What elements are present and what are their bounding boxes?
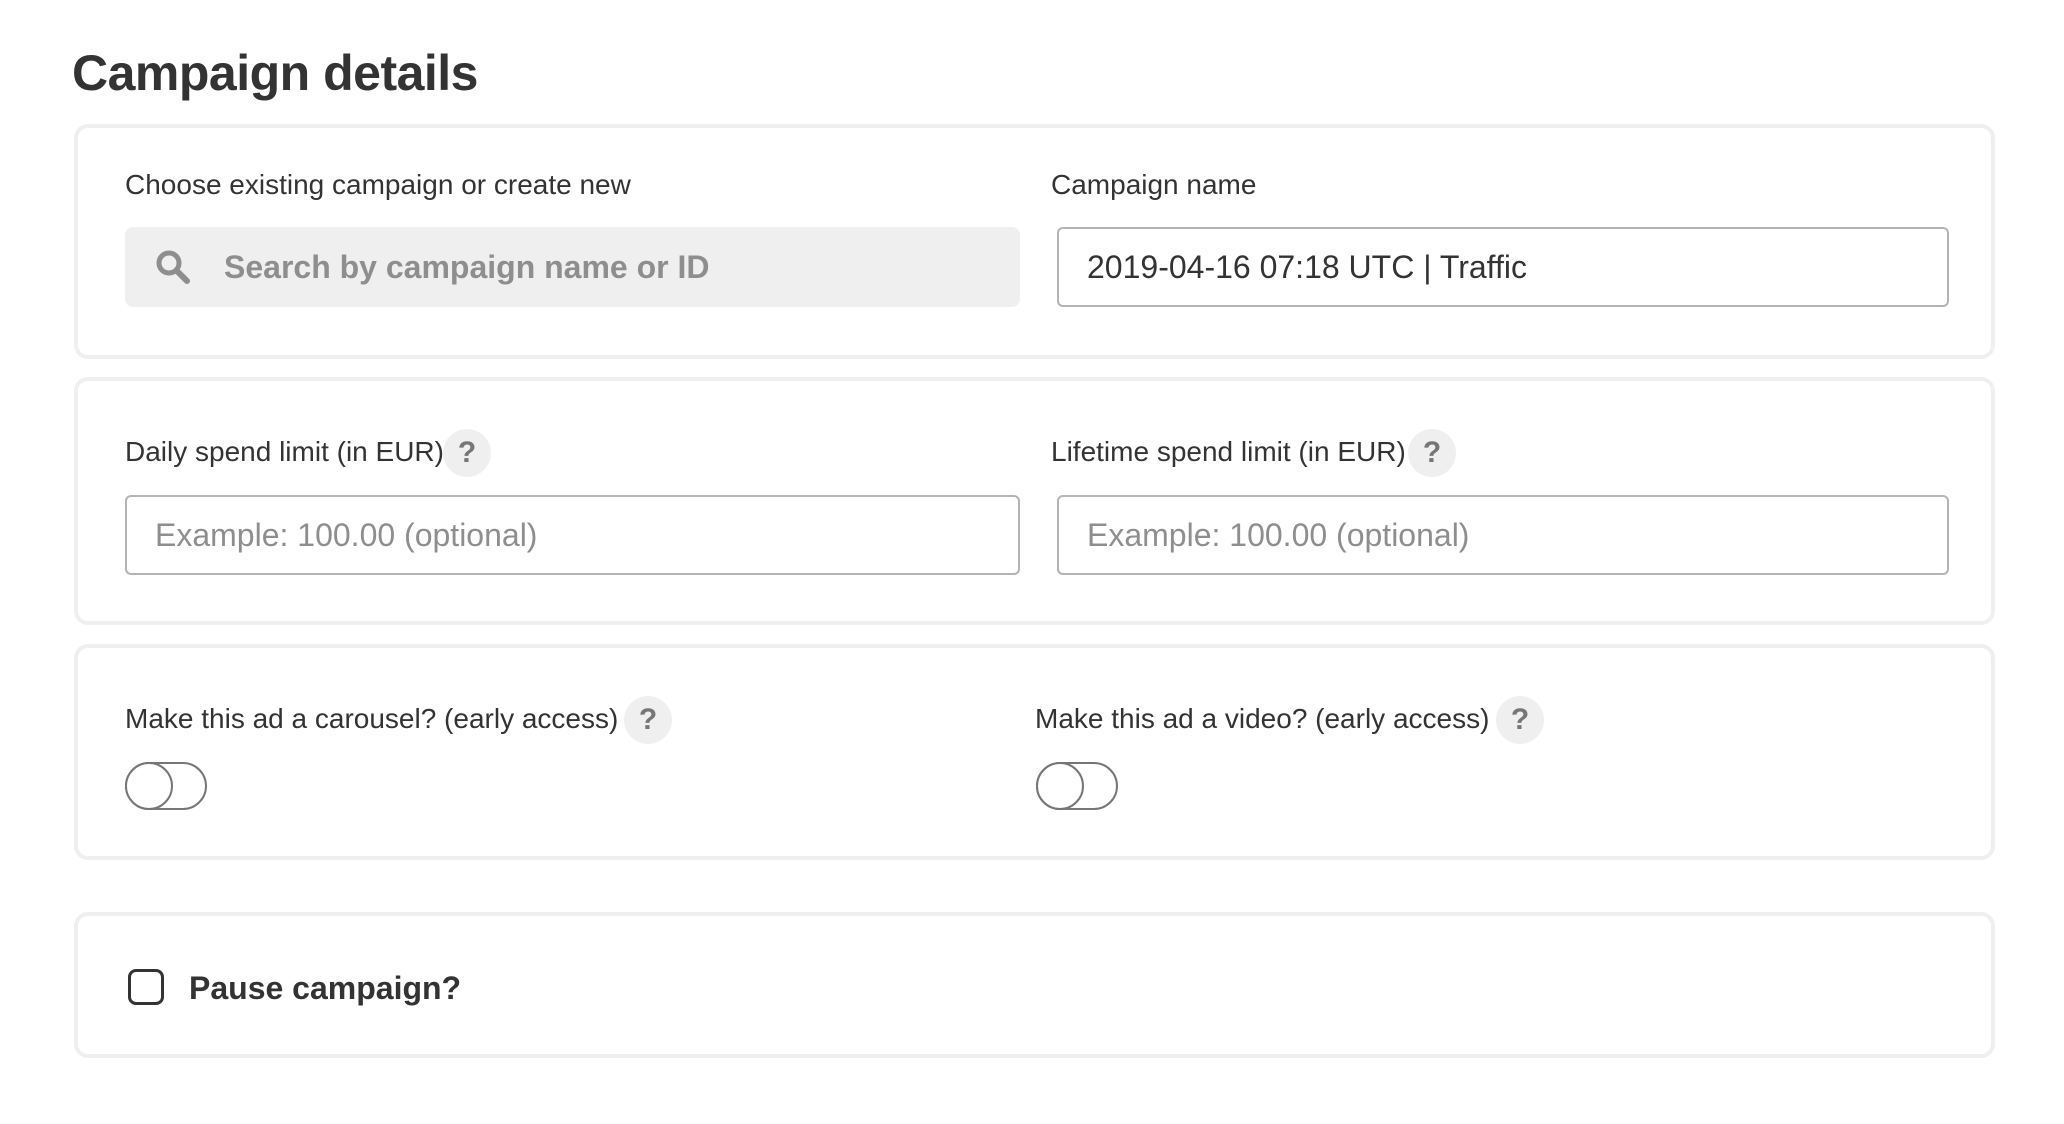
daily-spend-input[interactable] [125,495,1020,575]
daily-spend-label: Daily spend limit (in EUR) [125,436,444,467]
carousel-label: Make this ad a carousel? (early access) [125,703,619,734]
existing-campaign-label: Choose existing campaign or create new [125,169,631,200]
carousel-help-icon[interactable]: ? [624,696,672,744]
campaign-search-field[interactable]: Search by campaign name or ID [125,227,1020,307]
ad-format-section: Make this ad a carousel? (early access) … [74,644,1995,860]
page-title: Campaign details [72,45,479,101]
video-label: Make this ad a video? (early access) [1035,703,1490,734]
video-toggle-knob [1036,762,1084,810]
campaign-section: Choose existing campaign or create new S… [74,124,1995,359]
search-placeholder: Search by campaign name or ID [224,249,710,285]
pause-campaign-checkbox[interactable] [128,969,164,1005]
carousel-toggle-knob [125,762,173,810]
daily-spend-help-icon[interactable]: ? [443,429,491,477]
pause-campaign-label[interactable]: Pause campaign? [189,969,461,1007]
search-icon [156,250,190,284]
lifetime-spend-label: Lifetime spend limit (in EUR) [1051,436,1406,467]
carousel-toggle[interactable] [125,762,207,810]
lifetime-spend-input[interactable] [1057,495,1949,575]
lifetime-spend-help-icon[interactable]: ? [1408,429,1456,477]
spend-limits-section: Daily spend limit (in EUR) ? Lifetime sp… [74,377,1995,625]
pause-section: Pause campaign? [74,912,1995,1058]
campaign-name-input[interactable] [1057,227,1949,307]
video-help-icon[interactable]: ? [1496,696,1544,744]
video-toggle[interactable] [1036,762,1118,810]
campaign-name-label: Campaign name [1051,169,1257,200]
